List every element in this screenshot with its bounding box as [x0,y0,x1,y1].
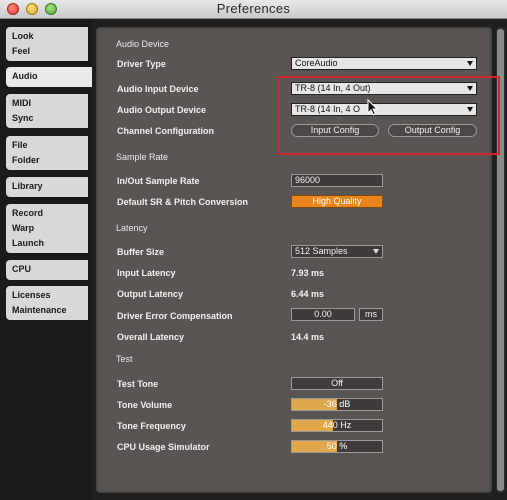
chevron-down-icon [373,249,379,254]
tab-label: Look [12,31,34,41]
tab-label: MIDI [12,98,31,108]
buffer-size-select[interactable]: 512 Samples [291,245,383,258]
tab-cpu[interactable]: CPU [6,260,88,280]
sr-pitch-conversion-label: Default SR & Pitch Conversion [117,197,249,207]
audio-input-device-label: Audio Input Device [117,84,199,94]
tone-frequency-label: Tone Frequency [117,421,186,431]
mouse-pointer-icon [367,99,379,116]
overall-latency-label: Overall Latency [117,332,185,342]
test-tone-label: Test Tone [117,379,159,389]
tab-label: Sync [12,113,34,123]
tab-library[interactable]: Library [6,177,88,197]
buffer-size-label: Buffer Size [117,247,165,257]
tab-label: Feel [12,46,31,56]
tab-midi-sync[interactable]: MIDI Sync [6,94,88,128]
channel-configuration-label: Channel Configuration [117,126,214,136]
input-latency-value: 7.93 ms [291,268,325,278]
section-sample-rate: Sample Rate [116,152,169,162]
tab-audio[interactable]: Audio [6,67,94,87]
tab-label: CPU [12,264,32,274]
overall-latency-value: 14.4 ms [291,332,325,342]
output-latency-value: 6.44 ms [291,289,325,299]
title-bar: Preferences [0,0,507,19]
driver-type-value: CoreAudio [295,58,338,68]
tone-volume-value: -36 dB [323,399,351,409]
audio-output-device-label: Audio Output Device [117,105,207,115]
tab-look-feel[interactable]: Look Feel [6,27,88,61]
driver-type-label: Driver Type [117,59,166,69]
test-tone-toggle[interactable]: Off [291,377,383,390]
tab-record-warp-launch[interactable]: Record Warp Launch [6,204,88,253]
window-title: Preferences [216,1,291,16]
driver-error-compensation-field[interactable]: 0.00 [291,308,355,321]
tone-frequency-value: 440 Hz [322,420,352,430]
cpu-usage-simulator-slider[interactable]: 50 % [291,440,383,453]
tab-label: File [12,140,28,150]
sample-rate-label: In/Out Sample Rate [117,176,200,186]
tab-label: Warp [12,223,35,233]
preferences-tab-bar: Look Feel Audio MIDI Sync File Folder Li… [0,19,94,500]
tab-label: Audio [12,71,38,81]
sample-rate-field[interactable]: 96000 [291,174,383,187]
driver-error-unit: ms [359,308,383,321]
tone-frequency-slider[interactable]: 440 Hz [291,419,383,432]
tab-label: Licenses [12,290,51,300]
chevron-down-icon [467,61,473,66]
buffer-size-value: 512 Samples [295,246,348,256]
tab-label: Record [12,208,44,218]
driver-error-compensation-label: Driver Error Compensation [117,311,233,321]
tab-licenses-maintenance[interactable]: Licenses Maintenance [6,286,88,320]
cpu-usage-value: 50 % [326,441,348,451]
tone-volume-slider[interactable]: -36 dB [291,398,383,411]
cpu-usage-simulator-label: CPU Usage Simulator [117,442,210,452]
tab-label: Library [12,181,43,191]
tab-label: Folder [12,155,40,165]
section-audio-device: Audio Device [116,39,170,49]
tab-file-folder[interactable]: File Folder [6,136,88,170]
tab-label: Launch [12,238,45,248]
input-latency-label: Input Latency [117,268,176,278]
driver-type-select[interactable]: CoreAudio [291,57,477,70]
section-test: Test [116,354,133,364]
tab-label: Maintenance [12,305,67,315]
section-latency: Latency [116,223,148,233]
tone-volume-label: Tone Volume [117,400,173,410]
highlight-box [278,76,500,155]
high-quality-toggle[interactable]: High Quality [291,195,383,208]
output-latency-label: Output Latency [117,289,184,299]
